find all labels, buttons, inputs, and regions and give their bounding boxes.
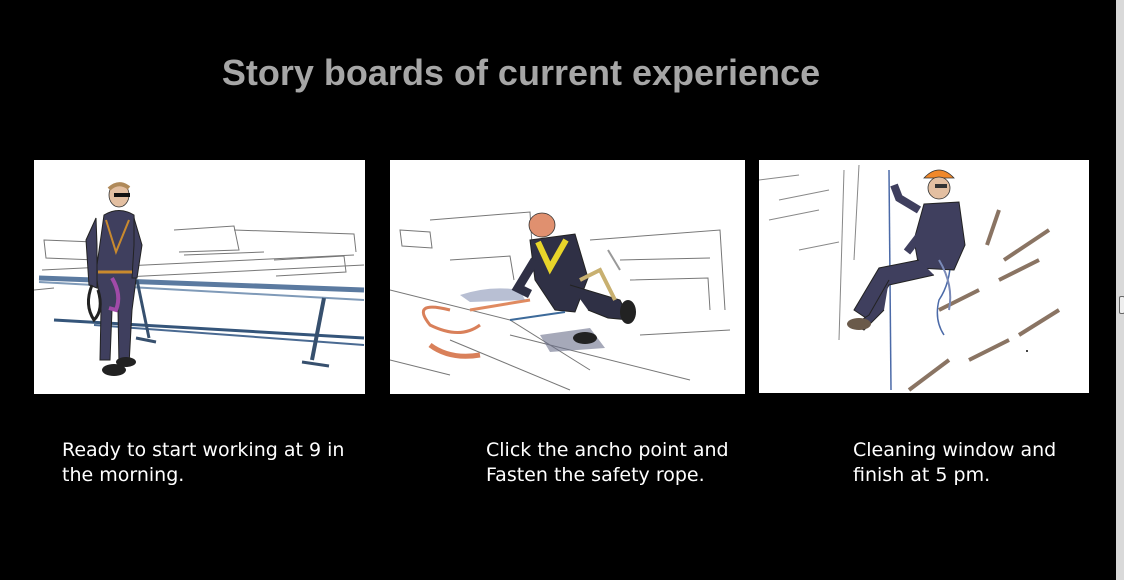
worker-rappelling-illustration [759,164,1061,392]
storyboard-slide: Story boards of current experience Ready… [0,0,1116,580]
worker-anchor-illustration [390,211,731,391]
resize-handle[interactable] [1119,296,1124,314]
worker-standing-illustration [34,182,365,376]
storyboard-panel-1 [34,160,365,394]
storyboard-panel-2 [390,160,745,394]
slide-title: Story boards of current experience [221,52,821,93]
window-edge [1116,0,1124,580]
panel-1-caption: Ready to start working at 9 in the morni… [62,439,345,486]
storyboard-panel-3 [759,160,1089,393]
panel-3-caption: Cleaning window and finish at 5 pm. [853,439,1057,486]
panel-2-caption: Click the ancho point and Fasten the saf… [486,439,729,486]
